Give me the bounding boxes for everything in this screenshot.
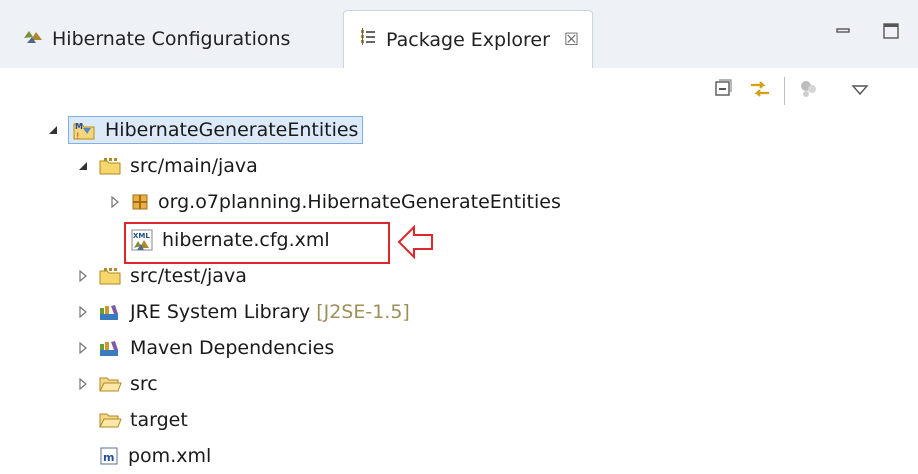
- folder-label: src/main/java: [130, 155, 258, 177]
- library-version: [J2SE-1.5]: [316, 301, 410, 323]
- package-name: org.o7planning.HibernateGenerateEntities: [158, 191, 561, 213]
- folder-icon: [98, 410, 122, 430]
- pointer-arrow-icon: [396, 222, 436, 266]
- view-menu-icon[interactable]: [851, 82, 869, 101]
- collapsed-arrow-icon[interactable]: [74, 306, 92, 318]
- svg-text:M: M: [75, 122, 83, 131]
- maven-pom-icon: m: [98, 445, 120, 467]
- collapsed-arrow-icon[interactable]: [74, 342, 92, 354]
- library-icon: [98, 302, 122, 322]
- file-name: pom.xml: [128, 445, 212, 467]
- svg-text:m: m: [103, 451, 114, 464]
- tree-item-project[interactable]: M ! HibernateGenerateEntities: [44, 112, 364, 148]
- tree-item-package[interactable]: org.o7planning.HibernateGenerateEntities: [106, 184, 561, 220]
- maven-project-icon: M !: [71, 118, 97, 142]
- tree-item-jre-library[interactable]: JRE System Library [J2SE-1.5]: [74, 294, 410, 330]
- view-tab-bar: Hibernate Configurations Package Explore…: [0, 0, 918, 68]
- folder-icon: [98, 374, 122, 394]
- tab-package-explorer[interactable]: Package Explorer ☒: [343, 10, 593, 68]
- collapsed-arrow-icon[interactable]: [74, 378, 92, 390]
- view-toolbar: [712, 76, 869, 106]
- tree-item-pom-xml[interactable]: m pom.xml: [98, 438, 211, 474]
- hibernate-icon: [22, 28, 44, 51]
- folder-label: target: [130, 409, 188, 431]
- collapse-all-icon[interactable]: [712, 78, 734, 104]
- maximize-icon[interactable]: [882, 22, 900, 44]
- library-icon: [98, 338, 122, 358]
- close-tab-icon[interactable]: ☒: [564, 30, 579, 50]
- folder-label: src/test/java: [130, 265, 247, 287]
- filters-icon[interactable]: [797, 77, 821, 105]
- svg-text:!: !: [76, 132, 80, 142]
- tree-item-target[interactable]: target: [98, 402, 188, 438]
- tab-label: Package Explorer: [386, 28, 550, 51]
- tree-item-maven-dependencies[interactable]: Maven Dependencies: [74, 330, 334, 366]
- package-explorer-icon: [358, 27, 378, 52]
- expanded-arrow-icon[interactable]: [74, 161, 92, 171]
- link-with-editor-icon[interactable]: [748, 77, 772, 105]
- tab-label: Hibernate Configurations: [52, 28, 291, 50]
- source-folder-icon: [98, 266, 122, 286]
- folder-label: src: [130, 373, 158, 395]
- package-icon: [130, 192, 150, 212]
- expanded-arrow-icon[interactable]: [44, 125, 62, 135]
- tab-hibernate-configurations[interactable]: Hibernate Configurations: [22, 10, 290, 68]
- library-label: Maven Dependencies: [130, 337, 335, 359]
- toolbar-separator: [784, 77, 785, 105]
- source-folder-icon: [98, 156, 122, 176]
- tree-item-src-main-java[interactable]: src/main/java: [74, 148, 258, 184]
- project-name: HibernateGenerateEntities: [105, 119, 359, 141]
- highlight-box: [124, 222, 390, 264]
- collapsed-arrow-icon[interactable]: [74, 270, 92, 282]
- library-label: JRE System Library: [130, 301, 311, 323]
- minimize-icon[interactable]: [834, 22, 852, 44]
- collapsed-arrow-icon[interactable]: [106, 196, 124, 208]
- tree-item-src[interactable]: src: [74, 366, 158, 402]
